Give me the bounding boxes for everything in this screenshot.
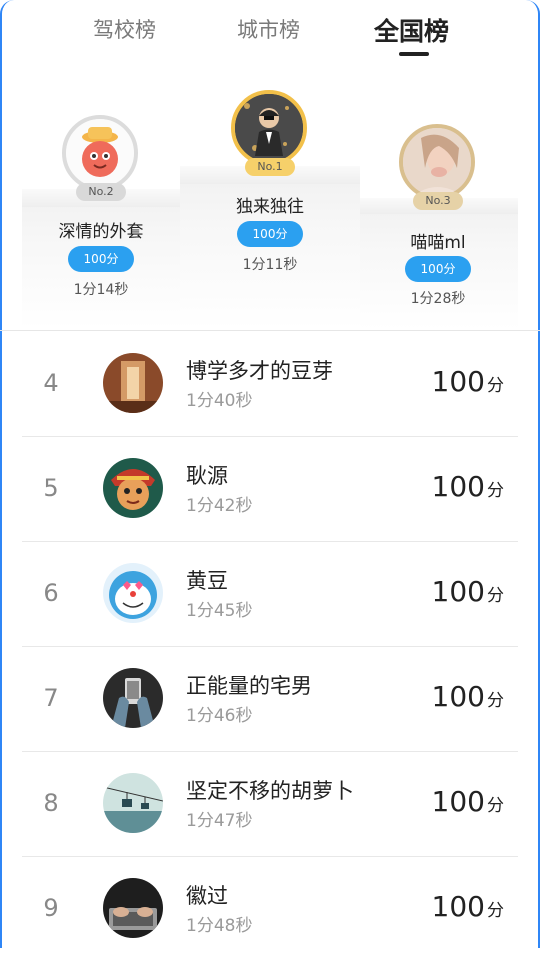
cable-car-icon [103, 773, 163, 833]
tab-city[interactable]: 城市榜 [237, 14, 300, 44]
score-unit: 分 [487, 796, 504, 816]
score-unit: 分 [487, 691, 504, 711]
list-item[interactable]: 4 博学多才的豆芽 1分40秒 100 分 [22, 331, 518, 437]
monkey-king-icon [103, 458, 163, 518]
podium-step-1 [180, 166, 360, 330]
completion-time: 1分47秒 [186, 811, 253, 831]
rank-number: 7 [43, 684, 59, 712]
phone-hands-icon [103, 668, 163, 728]
hallway-photo-icon [103, 353, 163, 413]
podium-name-1: 独来独往 [236, 197, 304, 217]
score-value: 100 [431, 785, 485, 818]
rank-number: 9 [43, 894, 59, 922]
podium-name-3: 喵喵ml [410, 233, 466, 253]
avatar[interactable] [103, 353, 163, 413]
tab-national[interactable]: 全国榜 [374, 12, 449, 48]
doraemon-icon [103, 563, 163, 623]
score-value: 100 [431, 575, 485, 608]
avatar[interactable] [103, 878, 163, 938]
avatar[interactable] [231, 90, 307, 166]
score-unit: 分 [487, 481, 504, 501]
list-item[interactable]: 7 正能量的宅男 1分46秒 100 分 [22, 646, 518, 752]
list-item[interactable]: 5 耿源 1分42秒 100 分 [22, 436, 518, 542]
man-in-suit-icon [235, 94, 303, 162]
podium-name-2: 深情的外套 [58, 222, 144, 242]
leaderboard-tabs: 驾校榜 城市榜 全国榜 [0, 0, 540, 70]
list-item[interactable]: 8 坚定不移的胡萝卜 1分47秒 100 分 [22, 751, 518, 857]
user-name: 博学多才的豆芽 [186, 359, 333, 383]
score: 100 分 [432, 470, 504, 503]
portrait-photo-icon [403, 128, 471, 196]
podium-score-2: 100分 [68, 246, 134, 272]
user-name: 徽过 [186, 884, 228, 908]
avatar[interactable] [103, 563, 163, 623]
user-name: 正能量的宅男 [186, 674, 312, 698]
avatar[interactable] [103, 773, 163, 833]
score-value: 100 [431, 470, 485, 503]
avatar[interactable] [399, 124, 475, 200]
podium-time-3: 1分28秒 [410, 291, 466, 307]
score-value: 100 [431, 890, 485, 923]
rank-badge-2: No.2 [76, 183, 126, 201]
completion-time: 1分40秒 [186, 391, 253, 411]
user-name: 黄豆 [186, 569, 228, 593]
podium-score-1: 100分 [237, 221, 303, 247]
podium-time-1: 1分11秒 [242, 257, 298, 273]
score-unit: 分 [487, 901, 504, 921]
score: 100 分 [432, 365, 504, 398]
score-value: 100 [431, 680, 485, 713]
score: 100 分 [432, 575, 504, 608]
rank-number: 6 [43, 579, 59, 607]
rank-number: 5 [43, 474, 59, 502]
score: 100 分 [432, 890, 504, 923]
rank-number: 8 [43, 789, 59, 817]
podium-score-3: 100分 [405, 256, 471, 282]
avatar[interactable] [103, 668, 163, 728]
rank-badge-1: No.1 [245, 158, 295, 176]
score: 100 分 [432, 680, 504, 713]
rank-number: 4 [43, 369, 59, 397]
list-item[interactable]: 9 徽过 1分48秒 100 分 [22, 856, 518, 961]
completion-time: 1分45秒 [186, 601, 253, 621]
top-three-podium: No.2 No.1 No.3 深情的外套 100分 1分14秒 独来独往 100… [0, 70, 540, 330]
avatar[interactable] [62, 115, 138, 191]
score-unit: 分 [487, 376, 504, 396]
completion-time: 1分46秒 [186, 706, 253, 726]
active-tab-indicator [399, 52, 429, 56]
completion-time: 1分48秒 [186, 916, 253, 936]
rank-badge-3: No.3 [413, 192, 463, 210]
user-name: 坚定不移的胡萝卜 [186, 779, 354, 803]
avatar[interactable] [103, 458, 163, 518]
user-name: 耿源 [186, 464, 228, 488]
laptop-typing-icon [103, 878, 163, 938]
completion-time: 1分42秒 [186, 496, 253, 516]
score-value: 100 [431, 365, 485, 398]
cartoon-mascot-icon [66, 119, 134, 187]
score-unit: 分 [487, 586, 504, 606]
tab-driving-school[interactable]: 驾校榜 [93, 14, 156, 44]
list-item[interactable]: 6 黄豆 1分45秒 100 分 [22, 541, 518, 647]
score: 100 分 [432, 785, 504, 818]
podium-time-2: 1分14秒 [73, 282, 129, 298]
